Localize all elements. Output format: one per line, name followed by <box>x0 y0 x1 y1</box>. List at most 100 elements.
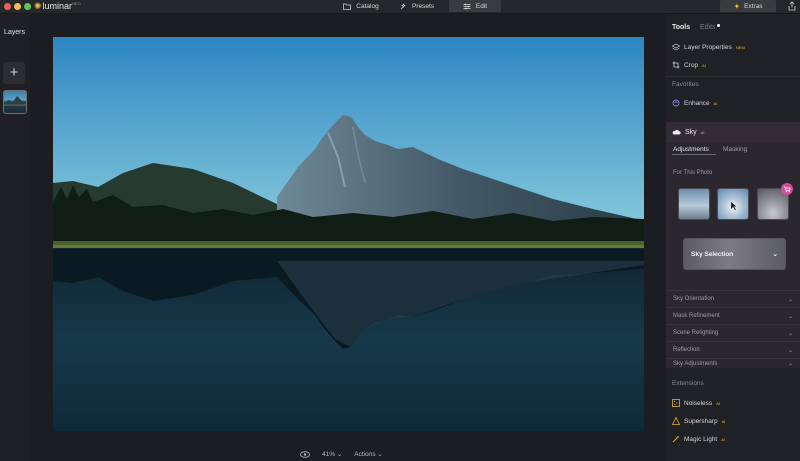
row-label: Reflection <box>673 347 700 353</box>
for-this-photo-label: For This Photo <box>673 170 713 176</box>
edit-label: Edit <box>475 2 488 10</box>
sky-selection-dropdown[interactable]: Sky Selection ⌄ <box>683 238 786 270</box>
presets-button[interactable]: Presets <box>392 0 442 12</box>
sun-icon: ✺ <box>34 1 42 11</box>
scene-relighting-row[interactable]: Scene Relighting ⌄ <box>666 324 800 341</box>
crop-tool[interactable]: Crop AI <box>672 60 706 70</box>
new-badge: NEW <box>735 44 746 50</box>
actions-label: Actions <box>354 451 376 458</box>
actions-menu[interactable]: Actions ⌄ <box>354 450 383 458</box>
share-icon[interactable] <box>788 1 796 11</box>
layer-properties-label: Layer Properties <box>684 43 732 51</box>
sky-selection-label: Sky Selection <box>691 250 734 258</box>
app-name: luminar <box>42 1 73 11</box>
catalog-label: Catalog <box>356 2 379 10</box>
row-label: Scene Relighting <box>673 330 719 336</box>
photo[interactable] <box>53 37 644 431</box>
cursor-icon <box>731 202 737 210</box>
row-label: Sky Orientation <box>673 296 715 302</box>
tab-edits[interactable]: Edits <box>700 24 720 31</box>
extras-button[interactable]: ✦ Extras <box>720 0 776 12</box>
tab-masking[interactable]: Masking <box>723 146 747 153</box>
tab-tools[interactable]: Tools <box>672 24 690 31</box>
sky-orientation-row[interactable]: Sky Orientation ⌄ <box>666 290 800 307</box>
eye-icon[interactable] <box>300 450 310 458</box>
minimize-window-button[interactable] <box>14 3 21 10</box>
cart-glyph <box>784 186 791 193</box>
divider <box>666 76 800 77</box>
presets-label: Presets <box>411 2 435 10</box>
folder-icon <box>343 3 352 10</box>
magic-light-tool[interactable]: Magic Light AI <box>672 434 725 444</box>
row-label: Mask Refinement <box>673 313 720 319</box>
chevron-down-icon: ⌄ <box>787 361 793 367</box>
noiseless-icon <box>672 399 680 407</box>
chevron-down-icon: ⌄ <box>787 313 793 320</box>
chevron-down-icon: ⌄ <box>787 296 793 303</box>
sky-title: Sky <box>685 128 697 136</box>
favorites-label: Favorites <box>672 81 699 88</box>
mask-refinement-row[interactable]: Mask Refinement ⌄ <box>666 307 800 324</box>
crop-label: Crop <box>684 61 699 69</box>
layers-title: Layers <box>4 29 26 36</box>
edits-indicator-dot <box>716 24 720 27</box>
chevron-down-icon: ⌄ <box>336 451 343 458</box>
extras-label: Extras <box>744 2 763 10</box>
zoom-window-button[interactable] <box>24 3 31 10</box>
presets-icon <box>400 2 406 9</box>
extensions-label: Extensions <box>672 380 704 387</box>
chevron-down-icon: ⌄ <box>377 451 383 458</box>
ai-badge: AI <box>716 400 720 406</box>
ai-badge: AI <box>700 129 705 135</box>
ai-badge: AI <box>702 62 706 68</box>
layer-thumbnail-image <box>4 96 26 113</box>
noiseless-label: Noiseless <box>684 399 713 407</box>
chevron-down-icon: ⌄ <box>787 347 793 354</box>
sky-tool-panel: Sky AI Adjustments Masking For This Phot… <box>666 122 800 368</box>
title-bar: ✺luminarNEO Catalog Presets Edit ✦ Extra… <box>0 0 800 14</box>
sky-tool-header[interactable]: Sky AI <box>666 122 800 142</box>
chevron-down-icon: ⌄ <box>772 251 778 258</box>
sliders-icon <box>463 3 471 9</box>
layers-icon <box>672 43 680 51</box>
enhance-label: Enhance <box>684 99 710 107</box>
magic-wand-icon <box>672 435 680 443</box>
enhance-tool[interactable]: Enhance AI <box>672 98 717 108</box>
row-label: Sky Adjustments <box>673 360 718 367</box>
cloud-icon <box>672 129 681 135</box>
extras-icon: ✦ <box>733 1 741 11</box>
zoom-control[interactable]: 41% ⌄ <box>322 450 342 458</box>
sky-adjustments-row[interactable]: Sky Adjustments ⌄ <box>666 358 800 368</box>
sky-preset-thumbnail-2[interactable] <box>717 188 749 220</box>
tools-panel: Tools Edits Layer Properties NEW Crop AI… <box>666 14 800 461</box>
app-logo: ✺luminarNEO <box>34 1 81 12</box>
crop-icon <box>672 61 680 69</box>
magic-light-label: Magic Light <box>684 435 718 443</box>
add-layer-button[interactable]: + <box>3 62 25 84</box>
edit-button[interactable]: Edit <box>449 0 501 12</box>
app-badge: NEO <box>72 1 81 6</box>
catalog-button[interactable]: Catalog <box>336 0 386 12</box>
canvas-bottom-bar: 41% ⌄ Actions ⌄ <box>300 449 383 459</box>
chevron-down-icon: ⌄ <box>787 330 793 337</box>
supersharp-tool[interactable]: Supersharp AI <box>672 416 725 426</box>
noiseless-tool[interactable]: Noiseless AI <box>672 398 720 408</box>
tab-edits-label: Edits <box>700 24 716 31</box>
ai-badge: AI <box>713 100 718 106</box>
ai-badge: AI <box>721 436 726 442</box>
supersharp-icon <box>672 417 680 425</box>
ai-badge: AI <box>721 418 726 424</box>
reflection-row[interactable]: Reflection ⌄ <box>666 341 800 358</box>
landscape-image <box>53 37 644 431</box>
zoom-value: 41% <box>322 451 336 458</box>
enhance-icon <box>672 99 680 107</box>
layer-properties-tool[interactable]: Layer Properties NEW <box>672 42 745 52</box>
close-window-button[interactable] <box>4 3 11 10</box>
supersharp-label: Supersharp <box>684 417 718 425</box>
sky-preset-thumbnail-1[interactable] <box>678 188 710 220</box>
tab-adjustments[interactable]: Adjustments <box>673 146 709 153</box>
layers-panel: Layers + <box>0 14 30 461</box>
cart-icon[interactable] <box>781 183 793 195</box>
active-tab-indicator <box>672 154 716 155</box>
layer-thumbnail[interactable] <box>3 90 27 114</box>
